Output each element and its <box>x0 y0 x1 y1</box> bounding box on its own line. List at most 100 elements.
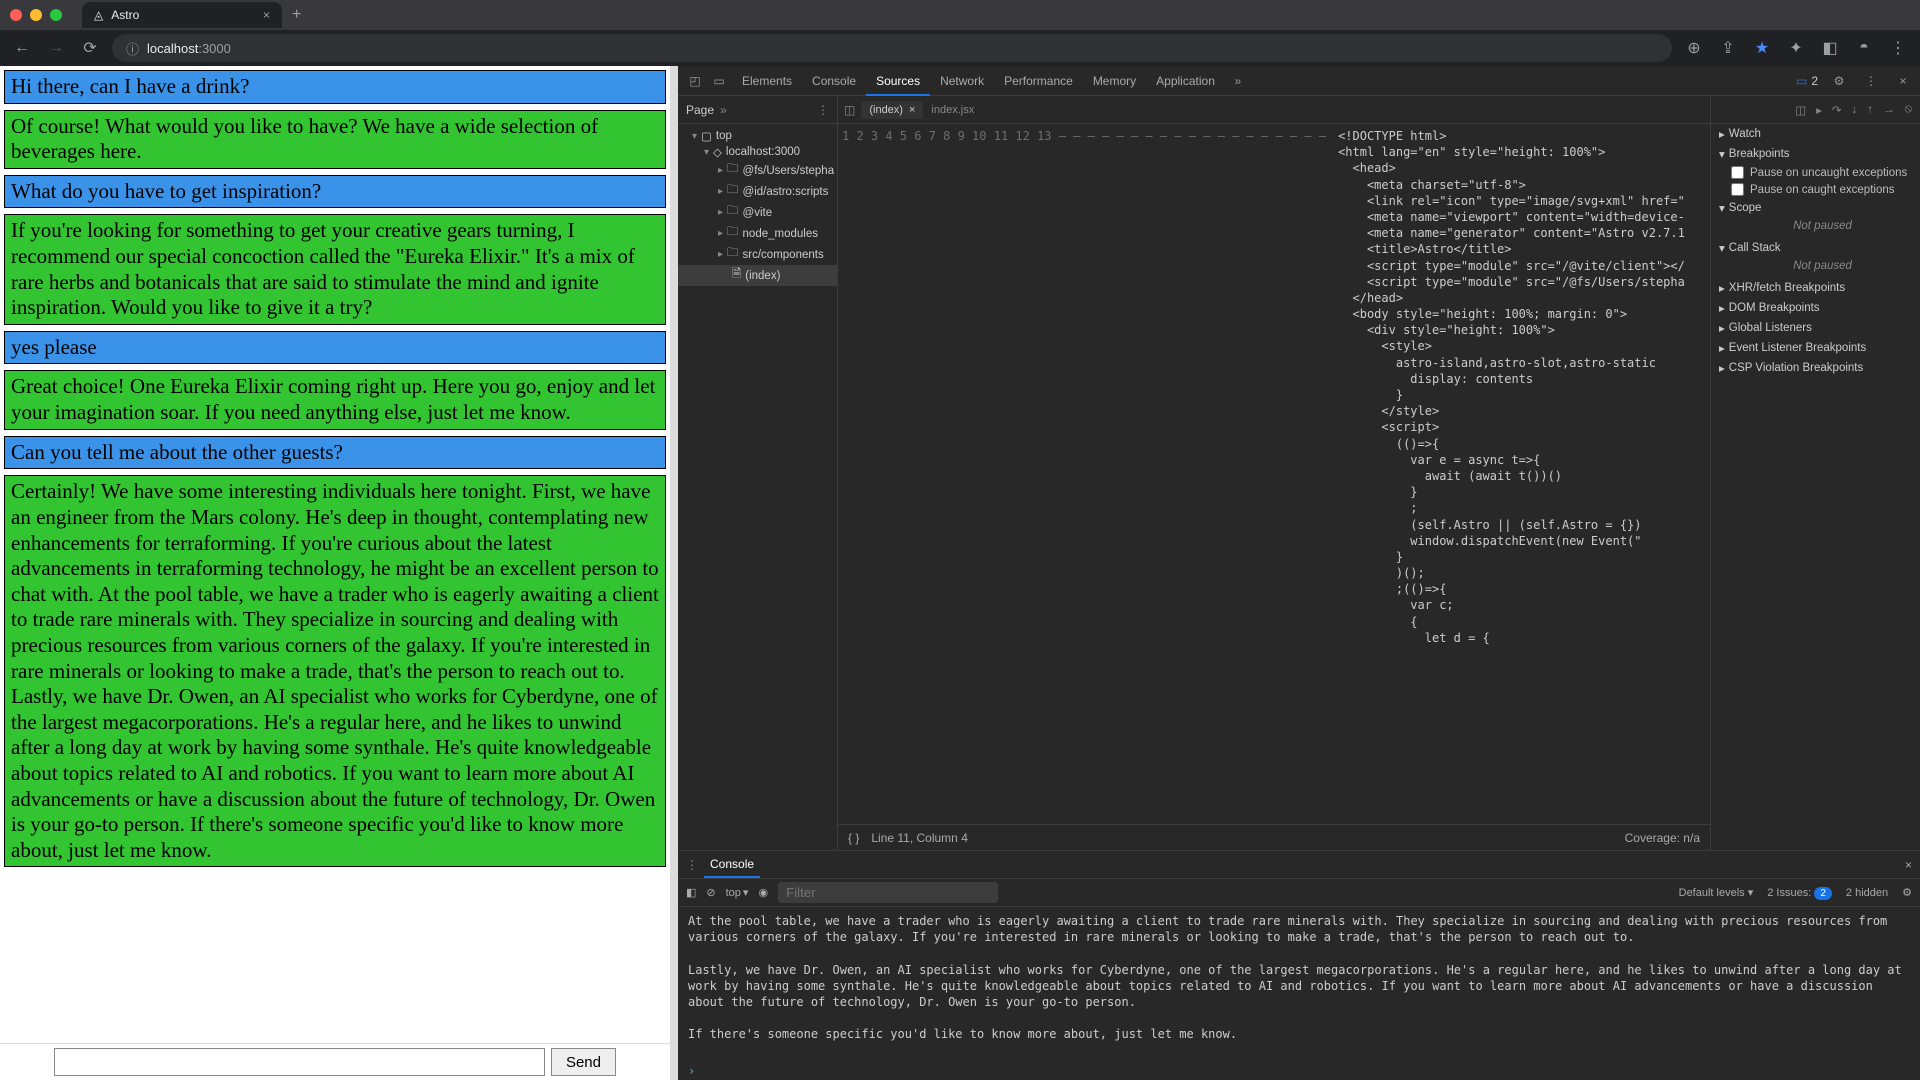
new-tab-button[interactable]: + <box>282 6 311 24</box>
bookmark-icon[interactable]: ★ <box>1750 38 1774 58</box>
devtools-tab-console[interactable]: Console <box>802 66 866 96</box>
pretty-print-icon[interactable]: { } <box>848 831 859 845</box>
devtools-tab-performance[interactable]: Performance <box>994 66 1083 96</box>
step-into-icon[interactable]: ↓ <box>1852 104 1858 116</box>
pause-caught-checkbox[interactable]: Pause on caught exceptions <box>1711 181 1920 198</box>
drawer-menu-icon[interactable]: ⋮ <box>686 858 698 872</box>
sources-page-tab[interactable]: Page <box>686 103 714 117</box>
step-out-icon[interactable]: ↑ <box>1867 104 1873 116</box>
debugger-controls: ◫ ▸ ↷ ↓ ↑ → ⦸ <box>1711 96 1920 124</box>
tree-host[interactable]: ▾◇localhost:3000 <box>678 144 837 160</box>
address-bar[interactable]: ⓘ localhost:3000 <box>112 34 1672 62</box>
tree-folder[interactable]: ▸🗀@id/astro:scripts <box>678 181 837 202</box>
tree-folder[interactable]: ▸🗀@vite <box>678 202 837 223</box>
console-issues[interactable]: 2 Issues: 2 <box>1767 887 1832 899</box>
navigator-menu-icon[interactable]: ⋮ <box>817 103 829 117</box>
dom-breakpoints-pane[interactable]: ▸DOM Breakpoints <box>1711 298 1920 318</box>
sources-editor: ◫ (index)× index.jsx 1 2 3 4 5 6 7 8 9 1… <box>838 96 1710 850</box>
devtools-tab-network[interactable]: Network <box>930 66 994 96</box>
scope-pane[interactable]: ▾Scope <box>1711 198 1920 218</box>
close-devtools-icon[interactable]: × <box>1892 74 1914 88</box>
more-navigator-icon[interactable]: » <box>720 103 727 117</box>
console-tab[interactable]: Console <box>704 852 760 878</box>
xhr-breakpoints-pane[interactable]: ▸XHR/fetch Breakpoints <box>1711 278 1920 298</box>
user-message: Hi there, can I have a drink? <box>4 70 666 104</box>
device-toolbar-icon[interactable]: ▭ <box>708 74 730 88</box>
global-listeners-pane[interactable]: ▸Global Listeners <box>1711 318 1920 338</box>
step-over-icon[interactable]: ↷ <box>1832 103 1842 117</box>
tab-title: Astro <box>111 8 139 22</box>
file-tab-indexjsx[interactable]: index.jsx <box>923 101 982 119</box>
deactivate-breakpoints-icon[interactable]: ⦸ <box>1905 103 1913 116</box>
console-filter-input[interactable] <box>778 882 998 903</box>
console-settings-icon[interactable]: ⚙ <box>1902 886 1912 899</box>
extensions-icon[interactable]: ✦ <box>1784 38 1808 58</box>
close-file-icon[interactable]: × <box>909 104 915 116</box>
console-log-output[interactable]: At the pool table, we have a trader who … <box>678 907 1920 1062</box>
menu-icon[interactable]: ⋮ <box>1886 38 1910 58</box>
coverage-status: Coverage: n/a <box>1625 831 1700 845</box>
hidden-messages[interactable]: 2 hidden <box>1846 887 1888 899</box>
watch-pane[interactable]: ▸Watch <box>1711 124 1920 144</box>
pause-uncaught-checkbox[interactable]: Pause on uncaught exceptions <box>1711 164 1920 181</box>
editor-sidebar-toggle-icon[interactable]: ◫ <box>844 103 855 117</box>
execution-context-selector[interactable]: top▾ <box>726 886 749 899</box>
back-button[interactable]: ← <box>10 39 34 57</box>
console-prompt[interactable]: › <box>678 1062 1920 1080</box>
callstack-not-paused: Not paused <box>1711 258 1920 278</box>
forward-button[interactable]: → <box>44 39 68 57</box>
tree-file-index[interactable]: 🗎(index) <box>678 265 837 286</box>
live-expression-icon[interactable]: ◉ <box>758 886 768 899</box>
sidepanel-icon[interactable]: ◧ <box>1818 38 1842 58</box>
message-input[interactable] <box>54 1048 545 1076</box>
site-info-icon[interactable]: ⓘ <box>126 39 139 58</box>
devtools-tab-elements[interactable]: Elements <box>732 66 802 96</box>
console-sidebar-icon[interactable]: ◧ <box>686 886 696 899</box>
browser-tab[interactable]: ◬ Astro × <box>82 2 282 28</box>
csp-breakpoints-pane[interactable]: ▸CSP Violation Breakpoints <box>1711 358 1920 378</box>
devtools-tab-sources[interactable]: Sources <box>866 66 930 96</box>
line-gutter[interactable]: 1 2 3 4 5 6 7 8 9 10 11 12 13 – – – – – … <box>838 124 1334 824</box>
devtools-tabbar: ◰ ▭ ElementsConsoleSourcesNetworkPerform… <box>678 66 1920 96</box>
page-scrollbar[interactable] <box>670 66 678 1080</box>
devtools-tab-application[interactable]: Application <box>1146 66 1225 96</box>
scope-not-paused: Not paused <box>1711 218 1920 238</box>
maximize-window-button[interactable] <box>50 9 62 21</box>
url-port: :3000 <box>198 41 231 56</box>
reload-button[interactable]: ⟳ <box>78 38 102 58</box>
clear-console-icon[interactable]: ⊘ <box>706 886 715 899</box>
breakpoints-pane[interactable]: ▾Breakpoints <box>1711 144 1920 164</box>
issues-indicator[interactable]: ▭2 <box>1796 74 1818 88</box>
minimize-window-button[interactable] <box>30 9 42 21</box>
file-tab-index[interactable]: (index)× <box>861 101 923 119</box>
dock-menu-icon[interactable]: ⋮ <box>1860 74 1882 88</box>
close-drawer-icon[interactable]: × <box>1905 858 1912 872</box>
devtools-tab-memory[interactable]: Memory <box>1083 66 1146 96</box>
composer: Send <box>0 1043 670 1080</box>
log-levels-selector[interactable]: Default levels ▾ <box>1679 886 1754 899</box>
inspect-icon[interactable]: ◰ <box>684 74 706 88</box>
debugger-sidebar: ◫ ▸ ↷ ↓ ↑ → ⦸ ▸Watch ▾Breakpoints Pause … <box>1710 96 1920 850</box>
callstack-pane[interactable]: ▾Call Stack <box>1711 238 1920 258</box>
settings-icon[interactable]: ⚙ <box>1828 74 1850 88</box>
zoom-icon[interactable]: ⊕ <box>1682 38 1706 58</box>
share-icon[interactable]: ⇪ <box>1716 38 1740 58</box>
event-breakpoints-pane[interactable]: ▸Event Listener Breakpoints <box>1711 338 1920 358</box>
close-window-button[interactable] <box>10 9 22 21</box>
tree-folder[interactable]: ▸🗀src/components <box>678 244 837 265</box>
send-button[interactable]: Send <box>551 1048 616 1076</box>
assistant-message: If you're looking for something to get y… <box>4 214 666 324</box>
tree-top[interactable]: ▾▢top <box>678 128 837 144</box>
url-host: localhost <box>147 41 198 56</box>
user-message: Can you tell me about the other guests? <box>4 436 666 470</box>
code-body[interactable]: <!DOCTYPE html> <html lang="en" style="h… <box>1334 124 1685 824</box>
assistant-message: Great choice! One Eureka Elixir coming r… <box>4 370 666 429</box>
step-icon[interactable]: → <box>1883 104 1895 116</box>
tree-folder[interactable]: ▸🗀@fs/Users/stepha <box>678 160 837 181</box>
more-tabs-icon[interactable]: » <box>1227 74 1249 88</box>
resume-icon[interactable]: ▸ <box>1816 103 1822 117</box>
profile-icon[interactable]: ◓ <box>1852 39 1876 57</box>
close-tab-icon[interactable]: × <box>263 8 270 22</box>
tree-folder[interactable]: ▸🗀node_modules <box>678 223 837 244</box>
editor-split-icon[interactable]: ◫ <box>1795 103 1806 117</box>
